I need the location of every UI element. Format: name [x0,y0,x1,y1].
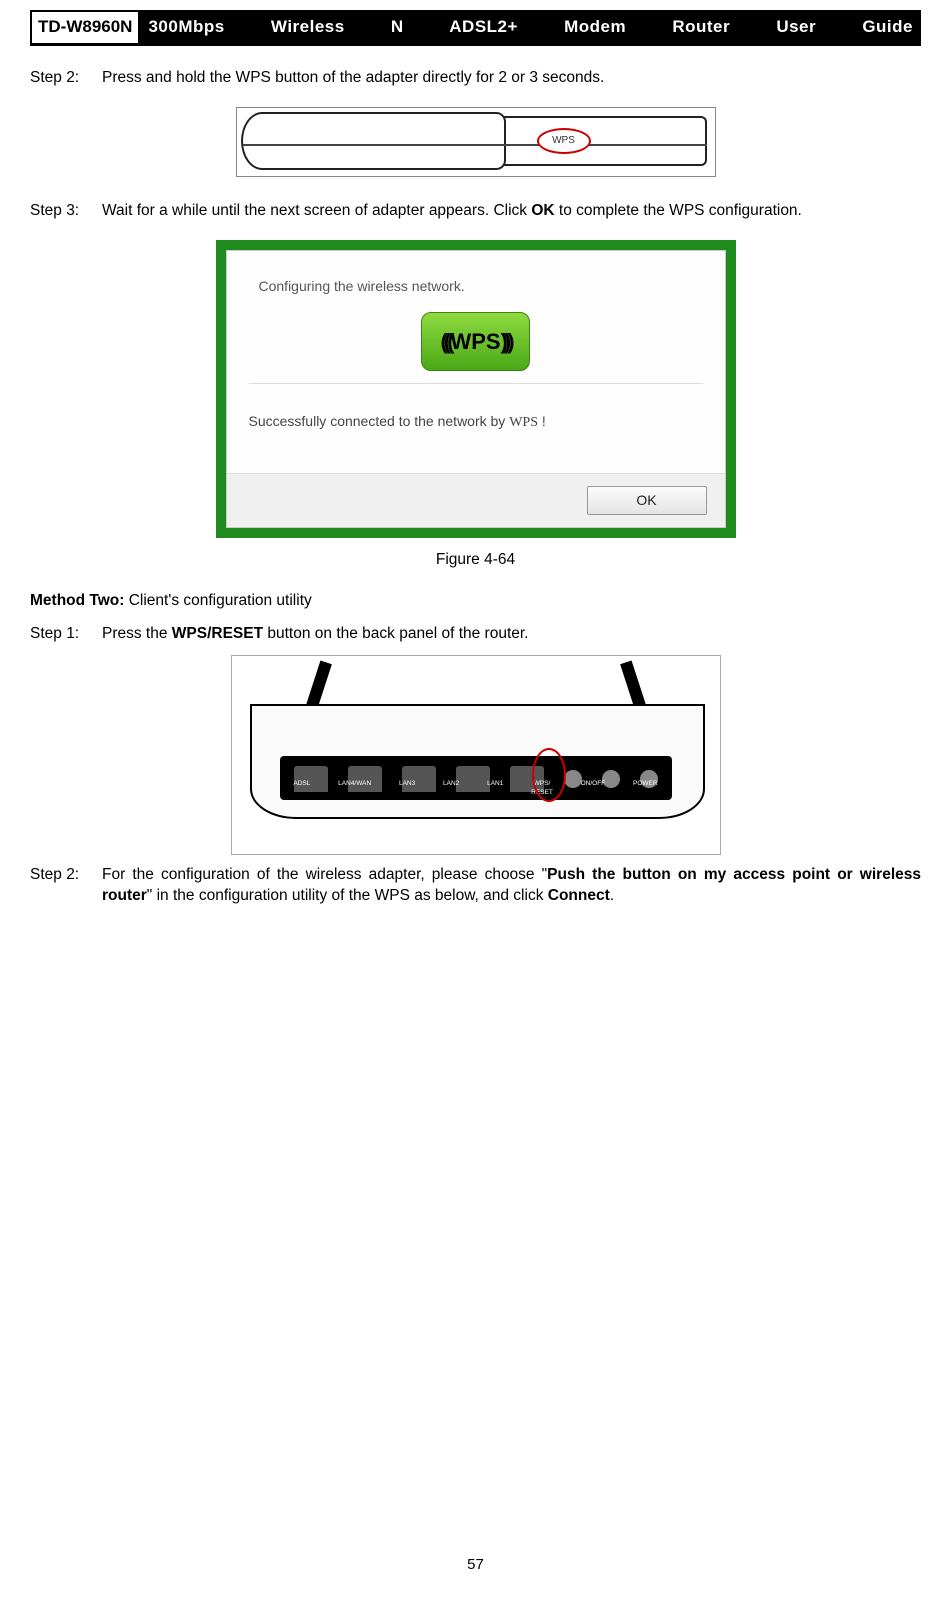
step-3: Step 3: Wait for a while until the next … [30,201,921,222]
label-onoff: ON/OFF [581,780,606,798]
port-strip: ADSL LAN4/WAN LAN3 LAN2 LAN1 WPS/ RESET … [280,756,672,800]
model-number: TD-W8960N [30,10,140,43]
dialog-configuring-text: Configuring the wireless network. [259,277,697,296]
step-3-text-a: Wait for a while until the next screen o… [102,202,531,219]
label-lan3: LAN3 [399,780,415,798]
label-power: POWER [633,780,658,798]
m2-step-1-bold: WPS/RESET [172,625,263,642]
step-2: Step 2: Press and hold the WPS button of… [30,68,921,89]
wave-left-icon: ((( [440,329,450,354]
m2-step-1-b: button on the back panel of the router. [263,625,528,642]
m2-step-1-label: Step 1: [30,624,102,645]
dialog-inner: Configuring the wireless network. (((WPS… [226,250,726,528]
label-lan1: LAN1 [487,780,503,798]
m2-step-2-bold2: Connect [548,887,610,904]
step-3-text-b: to complete the WPS configuration. [555,202,802,219]
port-labels: ADSL LAN4/WAN LAN3 LAN2 LAN1 WPS/ RESET … [280,780,672,798]
adapter-body [241,112,506,170]
adapter-figure: WPS [236,107,716,177]
wps-badge-icon: (((WPS))) [421,312,529,372]
step-2-text: Press and hold the WPS button of the ada… [102,68,921,89]
m2-step-2-text: For the configuration of the wireless ad… [102,865,921,907]
router-back-figure: ADSL LAN4/WAN LAN3 LAN2 LAN1 WPS/ RESET … [231,655,721,855]
label-lan4: LAN4/WAN [338,780,371,798]
dialog-success-b: ! [538,413,546,429]
dialog-success-a: Successfully connected to the network by [249,413,510,429]
step-3-ok-bold: OK [531,202,554,219]
m2-step-2: Step 2: For the configuration of the wir… [30,865,921,907]
figure-4-64-label: Figure 4-64 [30,550,921,571]
wps-reset-highlight [532,748,566,802]
step-3-label: Step 3: [30,201,102,222]
dialog-footer: OK [227,473,725,527]
wps-dialog-figure: Configuring the wireless network. (((WPS… [216,240,736,538]
method-two-bold: Method Two: [30,592,124,609]
label-adsl: ADSL [293,780,310,798]
method-two-desc: Client's configuration utility [124,592,311,609]
dialog-top: Configuring the wireless network. (((WPS… [227,251,725,384]
m2-step-1: Step 1: Press the WPS/RESET button on th… [30,624,921,645]
page-header: TD-W8960N 300Mbps Wireless N ADSL2+ Mode… [30,10,921,46]
m2-step-1-text: Press the WPS/RESET button on the back p… [102,624,921,645]
wave-right-icon: ))) [501,329,511,354]
m2-step-2-a: For the configuration of the wireless ad… [102,866,547,883]
m2-step-2-c: . [610,887,614,904]
method-two-heading: Method Two: Client's configuration utili… [30,591,921,612]
m2-step-2-b: " in the configuration utility of the WP… [147,887,548,904]
wps-button-highlight: WPS [537,128,591,154]
page-number: 57 [0,1555,951,1575]
guide-title: 300Mbps Wireless N ADSL2+ Modem Router U… [140,10,921,43]
wps-badge-text: WPS [450,329,500,354]
dialog-success-wps: WPS [509,415,538,430]
m2-step-1-a: Press the [102,625,172,642]
step-3-text: Wait for a while until the next screen o… [102,201,921,222]
wps-label: WPS [552,134,575,148]
ok-button[interactable]: OK [587,486,707,515]
dialog-success-msg: Successfully connected to the network by… [227,384,725,473]
label-lan2: LAN2 [443,780,459,798]
m2-step-2-label: Step 2: [30,865,102,907]
step-2-label: Step 2: [30,68,102,89]
